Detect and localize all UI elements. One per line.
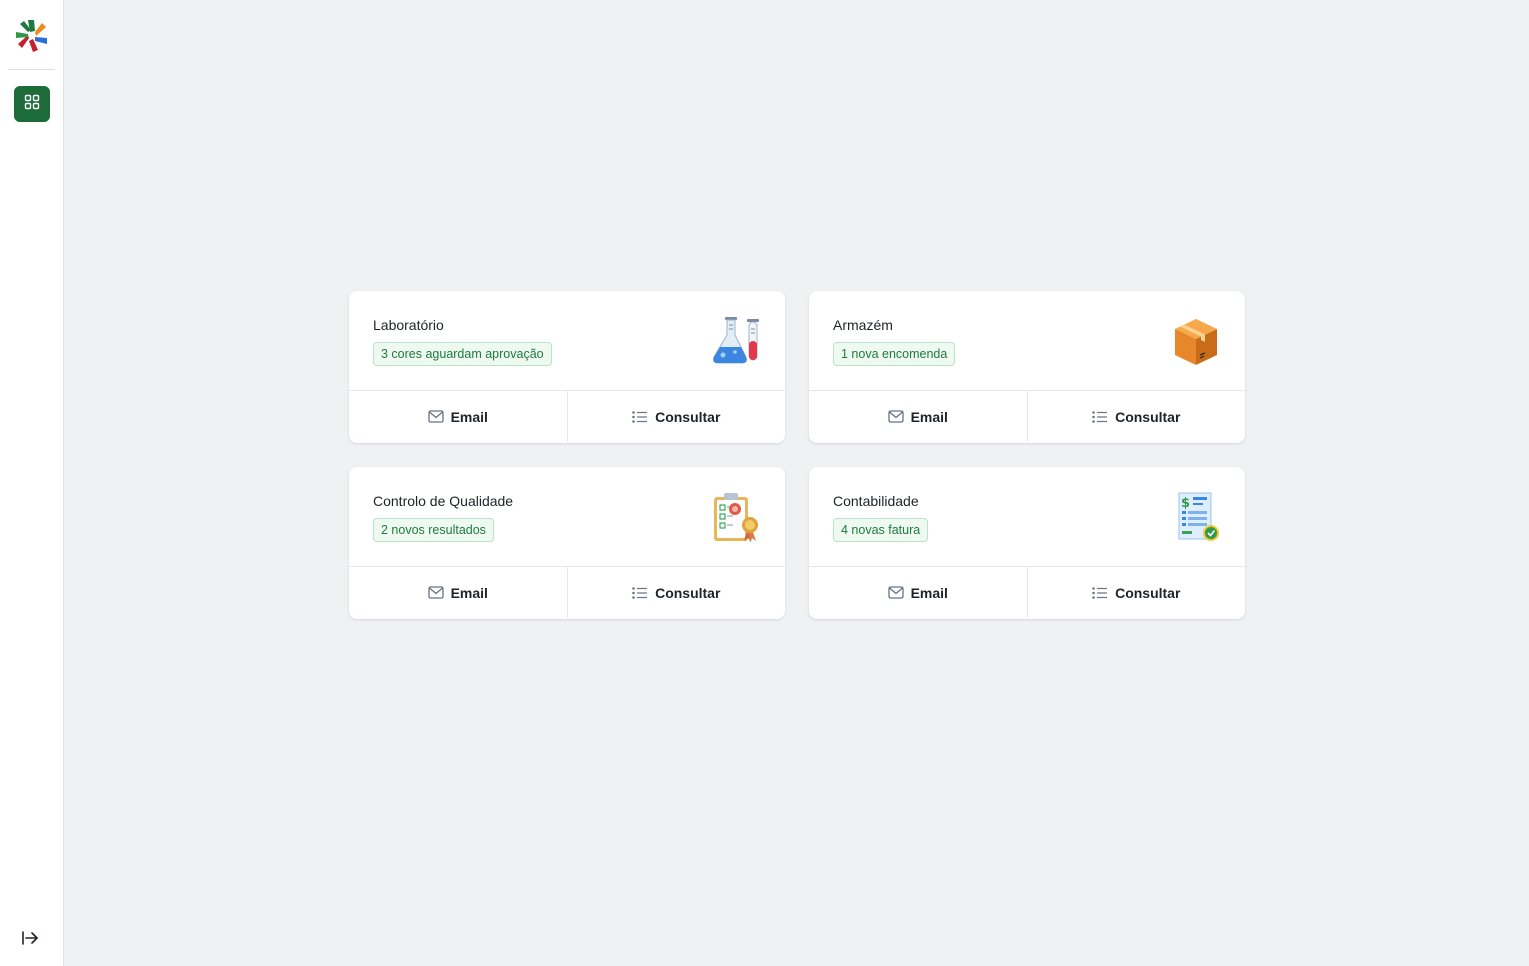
consultar-button[interactable]: Consultar: [1026, 391, 1246, 442]
nav-dashboard-button[interactable]: [14, 86, 50, 122]
consultar-button[interactable]: Consultar: [1026, 567, 1246, 618]
list-icon: [632, 586, 648, 599]
email-label: Email: [910, 408, 948, 425]
mail-icon: [887, 586, 904, 599]
email-label: Email: [910, 584, 948, 601]
card-title: Armazém: [833, 317, 893, 333]
company-logo[interactable]: [15, 18, 49, 52]
quality-clipboard-icon: [711, 491, 761, 543]
logout-button[interactable]: [18, 928, 42, 952]
card-armazem: Armazém 1 nova encomenda Email Consultar: [809, 291, 1245, 443]
mail-icon: [887, 410, 904, 423]
status-badge: 2 novos resultados: [373, 518, 494, 542]
email-button[interactable]: Email: [809, 567, 1027, 618]
consultar-button[interactable]: Consultar: [566, 567, 786, 618]
consultar-label: Consultar: [655, 584, 721, 601]
card-contabilidade: Contabilidade 4 novas fatura $ Email Con…: [809, 467, 1245, 619]
email-button[interactable]: Email: [809, 391, 1027, 442]
status-badge: 1 nova encomenda: [833, 342, 956, 366]
package-box-icon: [1171, 315, 1221, 367]
mail-icon: [427, 410, 444, 423]
status-badge: 3 cores aguardam aprovação: [373, 342, 552, 366]
email-label: Email: [450, 584, 488, 601]
svg-text:$: $: [1181, 496, 1190, 511]
list-icon: [632, 410, 648, 423]
logout-arrow-icon: [20, 930, 40, 951]
consultar-label: Consultar: [655, 408, 721, 425]
list-icon: [1092, 586, 1108, 599]
invoice-icon: $: [1171, 491, 1221, 543]
card-controlo-qualidade: Controlo de Qualidade 2 novos resultados: [349, 467, 785, 619]
status-badge: 4 novas fatura: [833, 518, 929, 542]
consultar-button[interactable]: Consultar: [566, 391, 786, 442]
card-laboratorio: Laboratório 3 cores aguardam aprovação E…: [349, 291, 785, 443]
sidebar: [0, 0, 64, 966]
email-button[interactable]: Email: [349, 391, 567, 442]
grid-icon: [24, 94, 40, 115]
consultar-label: Consultar: [1115, 584, 1181, 601]
sidebar-divider: [8, 69, 55, 70]
card-title: Controlo de Qualidade: [373, 493, 514, 509]
consultar-label: Consultar: [1115, 408, 1181, 425]
card-title: Laboratório: [373, 317, 444, 333]
dashboard-grid: Laboratório 3 cores aguardam aprovação E…: [349, 291, 1245, 619]
email-label: Email: [450, 408, 488, 425]
email-button[interactable]: Email: [349, 567, 567, 618]
lab-flask-icon: [711, 315, 761, 367]
list-icon: [1092, 410, 1108, 423]
mail-icon: [427, 586, 444, 599]
card-title: Contabilidade: [833, 493, 919, 509]
